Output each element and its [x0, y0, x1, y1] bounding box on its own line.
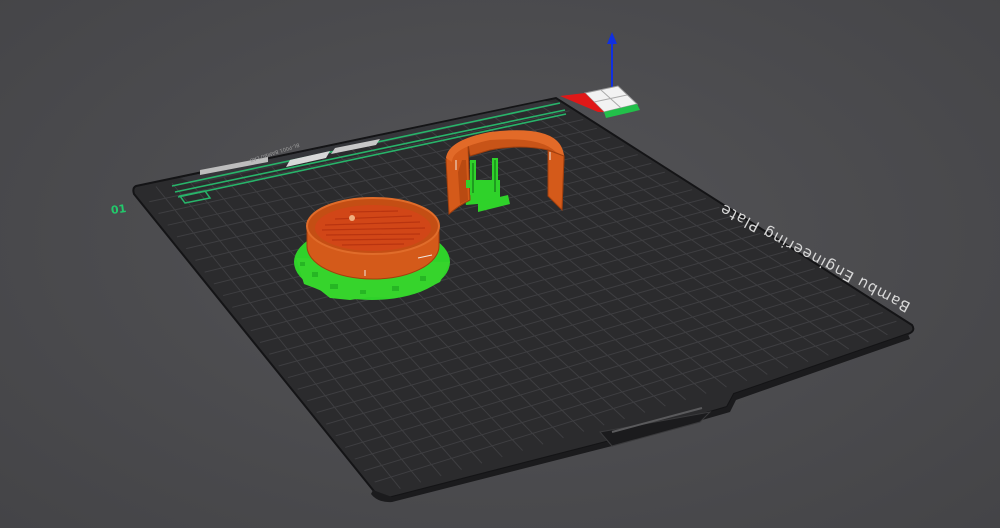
z-axis-arrow-icon	[607, 32, 617, 93]
plate-number-label: 01	[110, 201, 128, 218]
3d-viewport[interactable]: 01 Bambu Engineering Plate BL-P001 BAMBU…	[0, 0, 1000, 528]
scene-canvas[interactable]	[0, 0, 1000, 528]
round-dish[interactable]	[294, 197, 450, 300]
